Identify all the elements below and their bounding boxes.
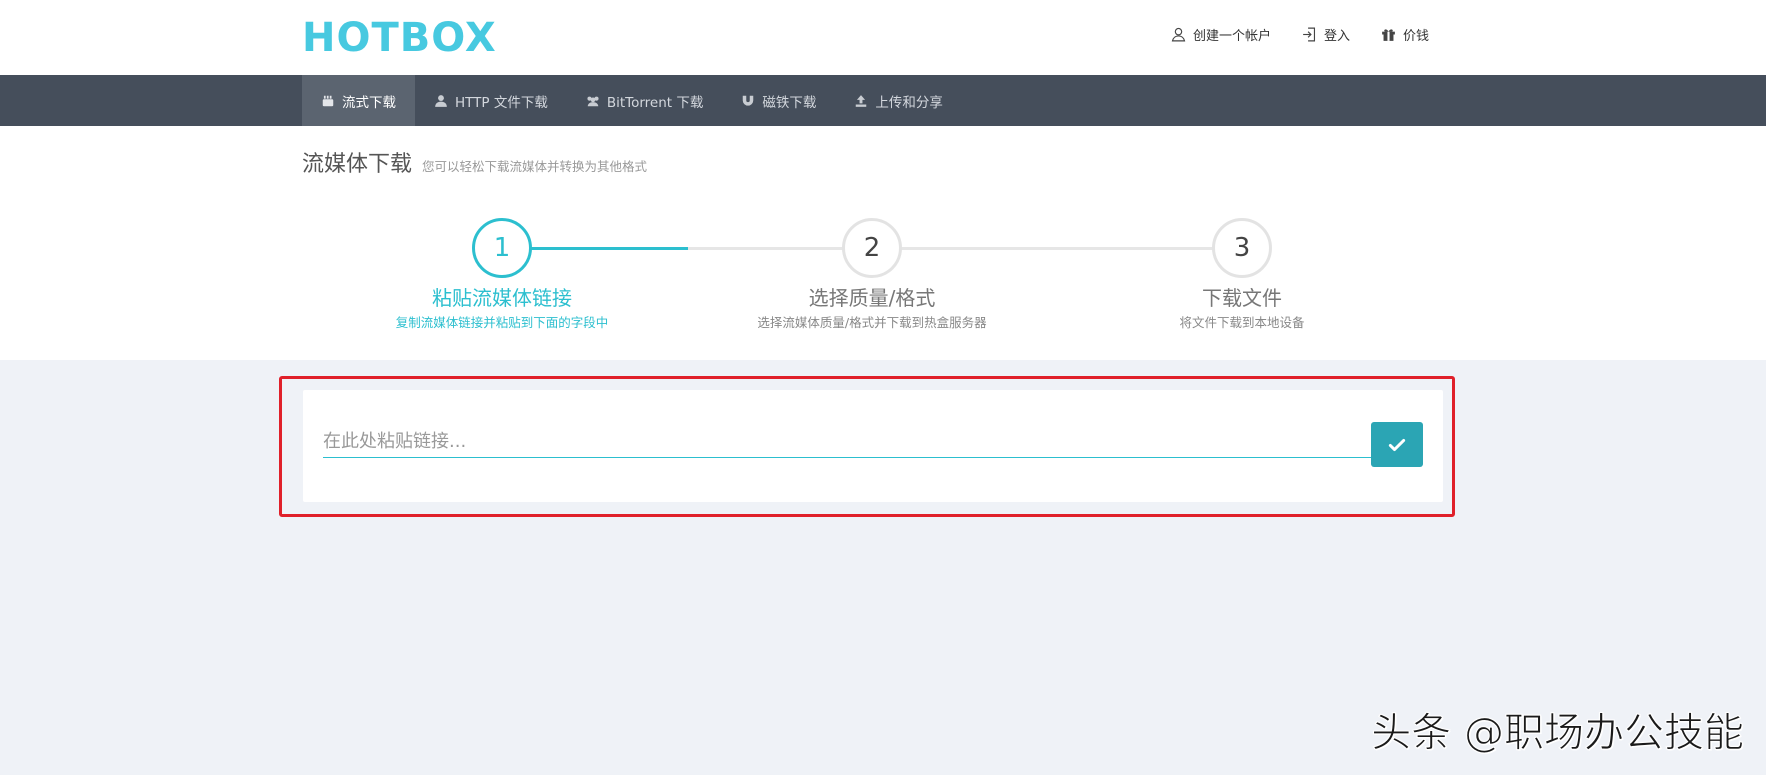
top-links: 创建一个帐户 登入 价钱: [1170, 25, 1429, 44]
nav-item-magnet[interactable]: 磁铁下载: [722, 75, 835, 126]
progress-track-pending: [688, 247, 1243, 250]
site-header: HOTBOX 创建一个帐户 登入 价钱: [0, 0, 1766, 75]
link-input-card: [303, 390, 1443, 502]
step-1-circle[interactable]: 1: [472, 218, 532, 278]
user-icon: [435, 94, 447, 107]
nav-item-label: 磁铁下载: [762, 94, 817, 111]
step-1-desc: 复制流媒体链接并粘贴到下面的字段中: [395, 315, 609, 330]
page-heading: 流媒体下载 您可以轻松下载流媒体并转换为其他格式: [302, 146, 647, 178]
nav-item-label: BitTorrent 下载: [606, 94, 704, 111]
page-title: 流媒体下载: [302, 152, 413, 177]
pricing-link[interactable]: 价钱: [1380, 25, 1429, 44]
nav-item-bittorrent[interactable]: BitTorrent 下载: [567, 75, 723, 126]
login-link[interactable]: 登入: [1301, 25, 1350, 44]
steps-section: 流媒体下载 您可以轻松下载流媒体并转换为其他格式 1 2 3 粘贴流媒体链接 选…: [0, 126, 1766, 360]
nav-item-label: 流式下载: [342, 94, 396, 111]
paste-link-input[interactable]: [323, 426, 1374, 458]
upload-icon: [856, 94, 867, 107]
nav-item-label: 上传和分享: [875, 94, 943, 111]
nav-item-label: HTTP 文件下载: [455, 94, 548, 111]
magnet-icon: [743, 95, 754, 106]
user-icon: [1171, 27, 1186, 42]
login-icon: [1303, 27, 1315, 42]
users-icon: [587, 96, 599, 106]
step-2-circle[interactable]: 2: [842, 218, 902, 278]
pricing-label: 价钱: [1402, 29, 1429, 44]
submit-link-button[interactable]: [1371, 422, 1423, 467]
gift-icon: [1382, 29, 1395, 41]
nav-item-streaming[interactable]: 流式下载: [302, 75, 415, 126]
page-subtitle: 您可以轻松下载流媒体并转换为其他格式: [422, 159, 648, 174]
step-3-title: 下载文件: [1202, 286, 1282, 310]
step-1-title: 粘贴流媒体链接: [432, 286, 572, 310]
nav-item-http[interactable]: HTTP 文件下载: [415, 75, 567, 126]
check-icon: [1388, 438, 1406, 451]
youtube-icon: [322, 95, 334, 106]
step-3-desc: 将文件下载到本地设备: [1179, 315, 1305, 330]
step-2-desc: 选择流媒体质量/格式并下载到热盒服务器: [757, 315, 987, 330]
watermark-text: 头条 @职场办公技能: [1371, 710, 1745, 757]
nav-item-upload-share[interactable]: 上传和分享: [835, 75, 962, 126]
login-label: 登入: [1323, 29, 1350, 44]
create-account-label: 创建一个帐户: [1192, 29, 1271, 44]
hotbox-logo[interactable]: HOTBOX: [302, 18, 497, 58]
step-3-circle[interactable]: 3: [1212, 218, 1272, 278]
main-navbar: 流式下载 HTTP 文件下载 BitTorrent 下载 磁铁下载 上传和分享: [0, 75, 1766, 126]
step-2-title: 选择质量/格式: [808, 286, 936, 310]
create-account-link[interactable]: 创建一个帐户: [1170, 25, 1271, 44]
